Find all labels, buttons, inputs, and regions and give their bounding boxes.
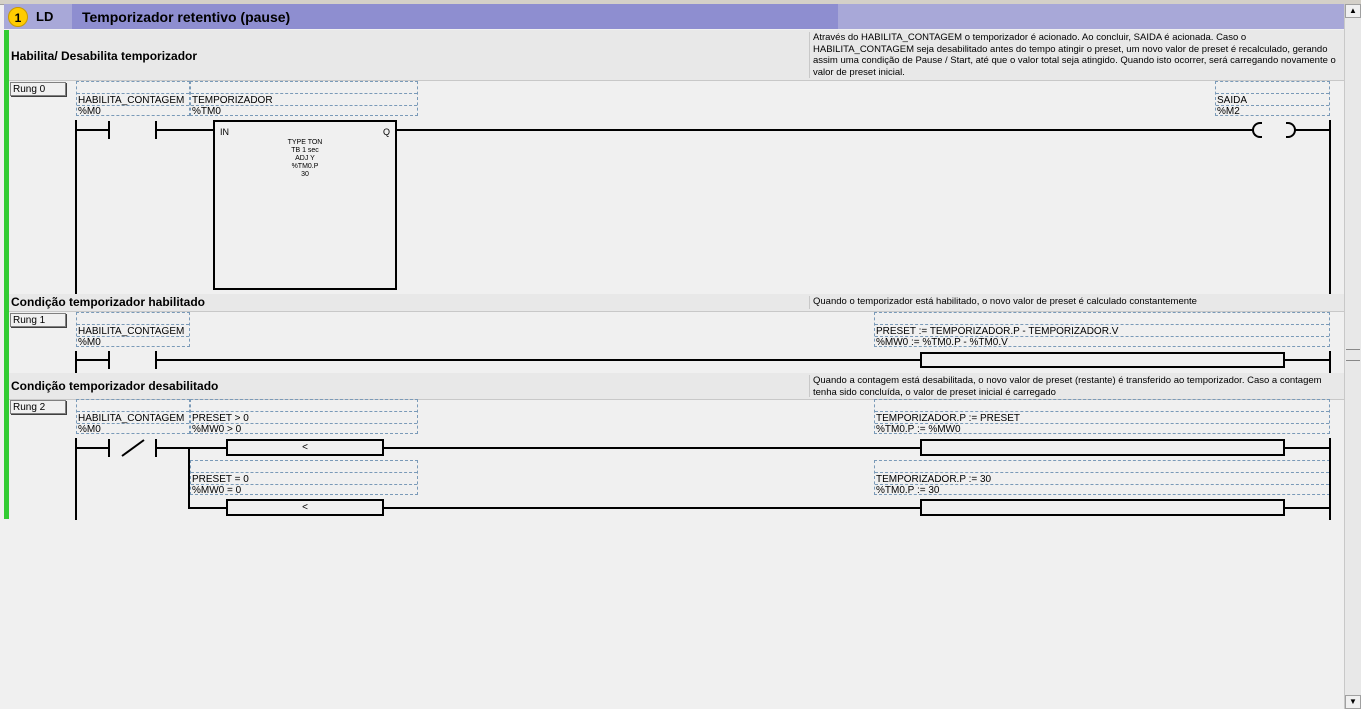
section-title: Temporizador retentivo (pause) <box>82 9 291 25</box>
rung-2-compare2-symbol: PRESET = 0 <box>192 474 249 485</box>
scroll-up-arrow-icon[interactable]: ▲ <box>1345 4 1361 18</box>
rung-0-title: Habilita/ Desabilita temporizador <box>11 49 198 63</box>
compare2-operator: < <box>302 502 308 513</box>
compare1-operator: < <box>302 442 308 453</box>
rung-2-operate2-symbol: TEMPORIZADOR.P := 30 <box>876 474 992 485</box>
rung-0-button[interactable]: Rung 0 <box>10 82 66 96</box>
contact-no-left <box>108 351 110 369</box>
rung-2-contact-symbol: HABILITA_CONTAGEM <box>78 413 185 424</box>
branch-line <box>188 447 190 509</box>
rung-0-coil-address: %M2 <box>1217 106 1240 117</box>
left-power-rail-2 <box>75 438 77 520</box>
rung-1-operate-cell[interactable]: PRESET := TEMPORIZADOR.P - TEMPORIZADOR.… <box>874 312 1330 348</box>
rung-2-operate1-symbol: TEMPORIZADOR.P := PRESET <box>876 413 1021 424</box>
language-label: LD <box>36 9 54 24</box>
wire <box>1284 507 1330 509</box>
rung-1-comment[interactable]: Condição temporizador habilitado Quando … <box>9 294 1344 312</box>
wire <box>75 359 109 361</box>
rung-1-description: Quando o temporizador está habilitado, o… <box>809 296 1343 309</box>
section-number-badge: 1 <box>8 7 28 27</box>
rung-2-description: Quando a contagem está desabilitada, o n… <box>809 375 1343 398</box>
rung-1-contact-address: %M0 <box>78 337 101 348</box>
timer-preset-var: %TM0.P <box>291 163 319 170</box>
rung-2-operate2-block[interactable] <box>920 499 1285 516</box>
rung-2-operate1-cell[interactable]: TEMPORIZADOR.P := PRESET %TM0.P := %MW0 <box>874 399 1330 435</box>
wire <box>155 447 228 449</box>
timer-adj: ADJ Y <box>295 155 315 162</box>
wire <box>188 507 228 509</box>
rung-2-compare2-address: %MW0 = 0 <box>192 485 242 496</box>
rung-0-coil-cell[interactable]: SAIDA %M2 <box>1215 81 1330 117</box>
coil-left <box>1252 122 1262 138</box>
active-indicator-bar <box>4 30 9 519</box>
wire <box>1295 129 1330 131</box>
rung-1-title: Condição temporizador habilitado <box>11 295 206 309</box>
timer-preset-value: 30 <box>301 171 309 178</box>
wire <box>1284 359 1330 361</box>
rung-1-button[interactable]: Rung 1 <box>10 313 66 327</box>
timer-q-pin: Q <box>382 127 390 137</box>
vertical-scrollbar[interactable]: ▲ ▼ <box>1344 4 1361 709</box>
rung-1-operate-address: %MW0 := %TM0.P - %TM0.V <box>876 337 1008 348</box>
scroll-grip[interactable] <box>1346 349 1360 361</box>
left-power-rail-1 <box>75 351 77 373</box>
contact-no-left <box>108 121 110 139</box>
wire <box>1284 447 1330 449</box>
rung-0-timer-cell[interactable]: TEMPORIZADOR %TM0 <box>190 81 418 117</box>
rung-2-compare1-symbol: PRESET > 0 <box>192 413 249 424</box>
rung-2-comment[interactable]: Condição temporizador desabilitado Quand… <box>9 373 1344 400</box>
contact-nc-slash <box>121 439 145 457</box>
rung-2-operate2-cell[interactable]: TEMPORIZADOR.P := 30 %TM0.P := 30 <box>874 460 1330 496</box>
wire <box>155 129 215 131</box>
rung-2-button[interactable]: Rung 2 <box>10 400 66 414</box>
wire <box>75 447 109 449</box>
rung-1-operate-block[interactable] <box>920 352 1285 368</box>
rung-0-timer-address: %TM0 <box>192 106 221 117</box>
rung-1-contact-symbol: HABILITA_CONTAGEM <box>78 326 185 337</box>
rung-1-contact-cell[interactable]: HABILITA_CONTAGEM %M0 <box>76 312 190 348</box>
rung-0-description: Através do HABILITA_CONTAGEM o temporiza… <box>809 32 1343 78</box>
rung-2-operate1-block[interactable] <box>920 439 1285 456</box>
rung-2-title: Condição temporizador desabilitado <box>11 379 219 393</box>
wire <box>383 507 922 509</box>
rung-2-compare2-cell[interactable]: PRESET = 0 %MW0 = 0 <box>190 460 418 496</box>
section-header: 1 LD Temporizador retentivo (pause) <box>4 4 1344 29</box>
timer-parameters: TYPE TON TB 1 sec ADJ Y %TM0.P 30 <box>275 139 335 179</box>
scroll-down-arrow-icon[interactable]: ▼ <box>1345 695 1361 709</box>
rung-1-operate-symbol: PRESET := TEMPORIZADOR.P - TEMPORIZADOR.… <box>876 326 1119 337</box>
wire <box>75 129 109 131</box>
rung-2-operate2-address: %TM0.P := 30 <box>876 485 940 496</box>
timer-base: TB 1 sec <box>291 147 319 154</box>
rung-2-contact-cell[interactable]: HABILITA_CONTAGEM %M0 <box>76 399 190 435</box>
timer-in-pin: IN <box>220 127 229 137</box>
rung-0-contact-cell[interactable]: HABILITA_CONTAGEM %M0 <box>76 81 190 117</box>
timer-type: TYPE TON <box>287 139 323 146</box>
rung-0-timer-symbol: TEMPORIZADOR <box>192 95 273 106</box>
rung-0-coil-symbol: SAIDA <box>1217 95 1248 106</box>
rung-2-compare1-cell[interactable]: PRESET > 0 %MW0 > 0 <box>190 399 418 435</box>
rung-0-comment[interactable]: Habilita/ Desabilita temporizador Atravé… <box>9 30 1344 81</box>
wire <box>383 447 922 449</box>
rung-2-contact-address: %M0 <box>78 424 101 435</box>
wire <box>155 359 922 361</box>
rung-2-operate1-address: %TM0.P := %MW0 <box>876 424 961 435</box>
right-power-rail-0 <box>1329 120 1331 294</box>
rung-2-compare1-block[interactable]: < <box>226 439 384 456</box>
rung-2-compare1-address: %MW0 > 0 <box>192 424 242 435</box>
right-power-rail-1 <box>1329 351 1331 373</box>
timer-block[interactable]: IN Q TYPE TON TB 1 sec ADJ Y %TM0.P 30 <box>213 120 397 290</box>
wire <box>396 129 1254 131</box>
rung-2-compare2-block[interactable]: < <box>226 499 384 516</box>
rung-0-contact-symbol: HABILITA_CONTAGEM <box>78 95 185 106</box>
rung-0-contact-address: %M0 <box>78 106 101 117</box>
left-power-rail-0 <box>75 120 77 294</box>
